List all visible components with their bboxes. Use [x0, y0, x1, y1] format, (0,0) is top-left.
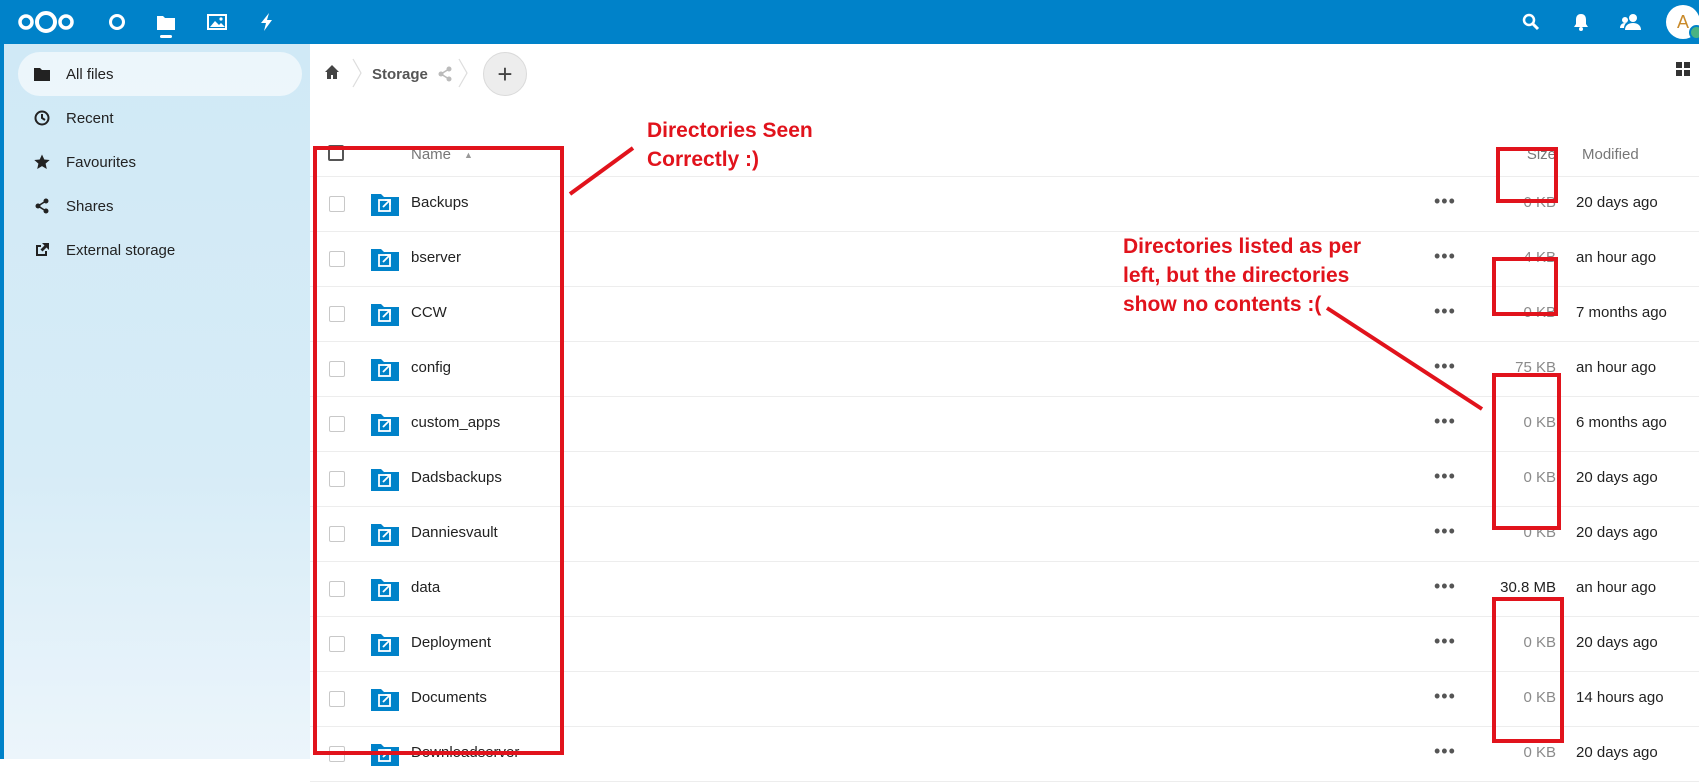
top-header: A	[0, 0, 1699, 44]
file-modified: 14 hours ago	[1576, 689, 1664, 706]
annotation-box-size-4	[1492, 597, 1564, 743]
annotation-line: Directories Seen	[647, 119, 813, 142]
annotation-line: Correctly :)	[647, 148, 760, 171]
breadcrumb-separator-icon	[458, 58, 468, 88]
sidebar-item-recent[interactable]: Recent	[18, 96, 302, 140]
file-size: 30.8 MB	[1500, 579, 1556, 596]
annotation-box-size-1	[1496, 147, 1558, 203]
breadcrumb-current[interactable]: Storage	[372, 66, 428, 83]
home-icon[interactable]	[324, 64, 340, 85]
file-modified: 6 months ago	[1576, 414, 1667, 431]
annotation-line: left, but the directories	[1123, 264, 1350, 287]
sidebar: All files Recent Favourites Shares Exter…	[0, 44, 310, 759]
file-modified: 20 days ago	[1576, 194, 1658, 211]
annotation-note-left: Directories Seen Correctly :)	[647, 116, 813, 174]
sidebar-item-all-files[interactable]: All files	[18, 52, 302, 96]
column-header-modified[interactable]: Modified	[1582, 146, 1639, 163]
breadcrumb-separator-icon	[352, 58, 362, 88]
sidebar-item-label: All files	[66, 65, 114, 83]
search-icon[interactable]	[1515, 6, 1547, 38]
file-modified: 7 months ago	[1576, 304, 1667, 321]
folder-icon	[32, 64, 52, 84]
annotation-line: Directories listed as per	[1123, 235, 1362, 258]
file-size: 0 KB	[1523, 744, 1556, 761]
notifications-icon[interactable]	[1565, 6, 1597, 38]
file-modified: an hour ago	[1576, 249, 1657, 266]
files-icon[interactable]	[150, 6, 182, 38]
star-icon	[32, 152, 52, 172]
file-modified: an hour ago	[1576, 359, 1657, 376]
annotation-box-names	[313, 146, 564, 755]
annotation-note-right: Directories listed as per left, but the …	[1123, 232, 1361, 319]
external-link-icon	[32, 240, 52, 260]
share-icon	[32, 196, 52, 216]
new-button[interactable]: +	[483, 52, 527, 96]
clock-icon	[32, 108, 52, 128]
annotation-box-size-3	[1492, 373, 1561, 530]
file-modified: an hour ago	[1576, 579, 1657, 596]
photos-icon[interactable]	[201, 6, 233, 38]
sidebar-item-label: Shares	[66, 197, 114, 215]
file-modified: 20 days ago	[1576, 634, 1658, 651]
activity-icon[interactable]	[251, 6, 283, 38]
sidebar-item-shares[interactable]: Shares	[18, 184, 302, 228]
dashboard-icon[interactable]	[101, 6, 133, 38]
active-app-indicator	[160, 35, 172, 38]
sidebar-item-label: Favourites	[66, 153, 137, 171]
sidebar-item-external-storage[interactable]: External storage	[18, 228, 302, 272]
annotation-box-size-2	[1492, 257, 1558, 316]
grid-view-icon[interactable]	[1676, 62, 1690, 81]
online-status-icon	[1689, 25, 1699, 40]
sidebar-item-favourites[interactable]: Favourites	[18, 140, 302, 184]
contacts-icon[interactable]	[1615, 6, 1647, 38]
share-icon[interactable]	[437, 66, 453, 87]
sidebar-item-label: Recent	[66, 109, 114, 127]
annotation-line: show no contents :(	[1123, 293, 1322, 316]
file-modified: 20 days ago	[1576, 524, 1658, 541]
file-modified: 20 days ago	[1576, 469, 1658, 486]
file-modified: 20 days ago	[1576, 744, 1658, 761]
logo-icon[interactable]	[14, 6, 78, 38]
sidebar-item-label: External storage	[66, 241, 176, 259]
